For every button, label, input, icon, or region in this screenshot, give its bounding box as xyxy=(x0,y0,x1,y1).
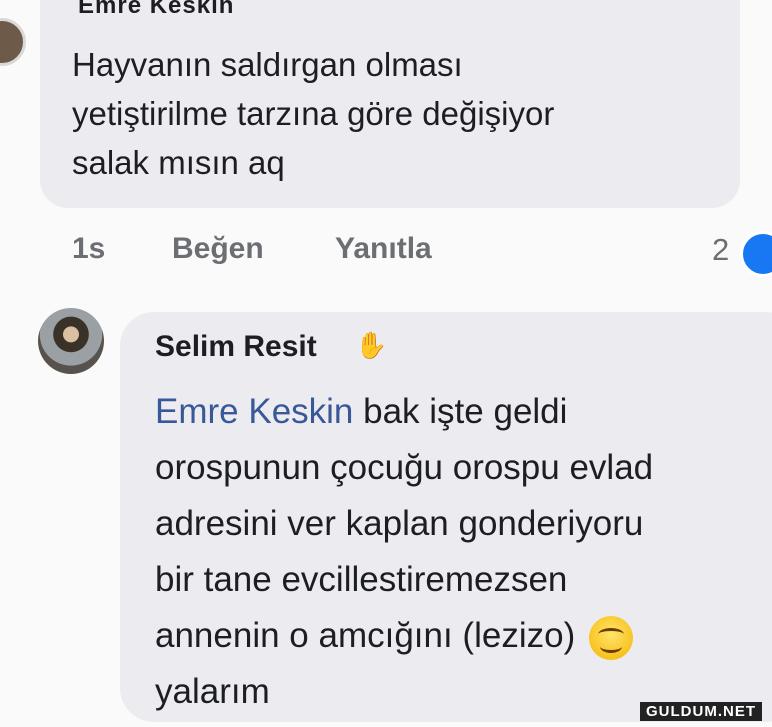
mention-link[interactable]: Emre Keskin xyxy=(155,392,353,431)
comment-text-end: yalarım xyxy=(155,672,270,711)
watermark-logo: GULDUM.NET xyxy=(640,702,762,721)
comment-author-1[interactable]: Emre Keskin xyxy=(78,0,234,20)
like-reaction-icon[interactable] xyxy=(740,231,772,277)
comment-time: 1s xyxy=(72,232,106,265)
waving-hand-icon: ✋ xyxy=(355,330,388,360)
comment-text-body: bak işte geldi orospunun çocuğu orospu e… xyxy=(155,392,654,655)
smiling-face-icon xyxy=(588,615,633,660)
like-button[interactable]: Beğen xyxy=(172,232,264,266)
avatar-selim[interactable] xyxy=(38,308,104,374)
comment-author-2[interactable]: Selim Resit xyxy=(155,330,317,364)
avatar-emre[interactable] xyxy=(0,18,26,66)
reply-button[interactable]: Yanıtla xyxy=(335,232,432,266)
reaction-count[interactable]: 2 xyxy=(712,232,729,268)
comment-text-1: Hayvanın saldırgan olması yetiştirilme t… xyxy=(72,46,555,181)
comment-text-2: Emre Keskin bak işte geldi orospunun çoc… xyxy=(155,384,772,720)
